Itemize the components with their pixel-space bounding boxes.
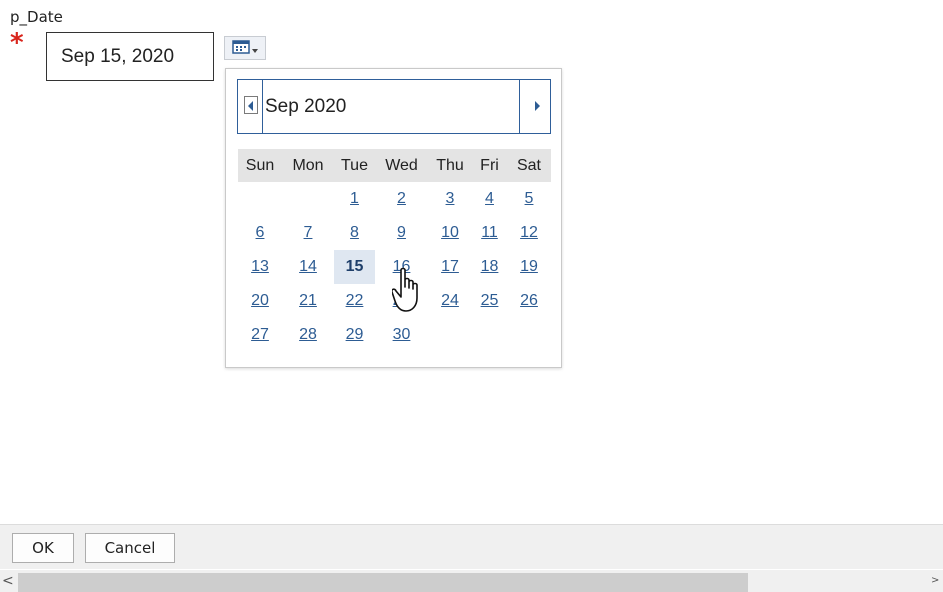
calendar-day-2[interactable]: 2 xyxy=(375,182,428,216)
day-of-week-wed: Wed xyxy=(385,157,418,174)
calendar-day-5[interactable]: 5 xyxy=(507,182,551,216)
required-marker: * xyxy=(10,28,24,58)
calendar-day-20[interactable]: 20 xyxy=(238,284,282,318)
dialog-button-bar: OK Cancel xyxy=(0,524,943,569)
calendar-day-22[interactable]: 22 xyxy=(334,284,375,318)
day-of-week-thu: Thu xyxy=(436,157,464,174)
calendar-day-17[interactable]: 17 xyxy=(428,250,472,284)
calendar-empty-cell xyxy=(428,318,472,352)
calendar-day-27[interactable]: 27 xyxy=(238,318,282,352)
calendar-week-row: 12345 xyxy=(238,182,551,216)
day-of-week-sun: Sun xyxy=(245,157,275,174)
calendar-day-13[interactable]: 13 xyxy=(238,250,282,284)
hand-cursor-icon xyxy=(391,267,422,317)
date-input[interactable]: Sep 15, 2020 xyxy=(46,32,214,81)
calendar-day-29[interactable]: 29 xyxy=(334,318,375,352)
calendar-popup: Sep 2020 Sun Mon Tue Wed Thu Fri Sat 123456789… xyxy=(225,68,562,368)
caret-left-icon xyxy=(247,96,255,115)
calendar-day-11[interactable]: 11 xyxy=(472,216,507,250)
calendar-day-26[interactable]: 26 xyxy=(507,284,551,318)
param-label: p_Date xyxy=(10,8,63,26)
day-of-week-tue: Tue xyxy=(341,157,368,174)
day-of-week-sat: Sat xyxy=(516,157,541,174)
previous-month-button[interactable] xyxy=(244,96,258,114)
calendar-day-9[interactable]: 9 xyxy=(375,216,428,250)
day-of-week-mon: Mon xyxy=(292,157,324,174)
caret-right-icon xyxy=(533,96,541,115)
scroll-right-arrow[interactable]: > xyxy=(931,573,941,589)
calendar-day-1[interactable]: 1 xyxy=(334,182,375,216)
calendar-empty-cell xyxy=(472,318,507,352)
calendar-day-10[interactable]: 10 xyxy=(428,216,472,250)
calendar-day-12[interactable]: 12 xyxy=(507,216,551,250)
scroll-thumb[interactable] xyxy=(18,573,748,592)
calendar-empty-cell xyxy=(238,182,282,216)
horizontal-scrollbar[interactable]: < > xyxy=(0,570,943,592)
scroll-left-arrow[interactable]: < xyxy=(2,573,16,589)
month-year-label: Sep 2020 xyxy=(262,80,520,133)
calendar-day-3[interactable]: 3 xyxy=(428,182,472,216)
calendar-week-row: 6 7 8 9 10 11 12 xyxy=(238,216,551,250)
calendar-day-21[interactable]: 21 xyxy=(282,284,334,318)
calendar-day-25[interactable]: 25 xyxy=(472,284,507,318)
calendar-day-15[interactable]: 15 xyxy=(334,250,375,284)
calendar-day-19[interactable]: 19 xyxy=(507,250,551,284)
calendar-day-7[interactable]: 7 xyxy=(282,216,334,250)
calendar-day-24[interactable]: 24 xyxy=(428,284,472,318)
calendar-day-4[interactable]: 4 xyxy=(472,182,507,216)
chevron-down-icon xyxy=(252,39,258,58)
day-of-week-row: Sun Mon Tue Wed Thu Fri Sat xyxy=(238,149,551,182)
calendar-day-18[interactable]: 18 xyxy=(472,250,507,284)
calendar-week-row: 27 28 29 30 xyxy=(238,318,551,352)
day-of-week-fri: Fri xyxy=(480,157,499,174)
ok-button[interactable]: OK xyxy=(12,533,74,563)
calendar-day-28[interactable]: 28 xyxy=(282,318,334,352)
calendar-header: Sep 2020 xyxy=(237,79,551,134)
calendar-empty-cell xyxy=(507,318,551,352)
calendar-day-8[interactable]: 8 xyxy=(334,216,375,250)
calendar-day-14[interactable]: 14 xyxy=(282,250,334,284)
cancel-button[interactable]: Cancel xyxy=(85,533,175,563)
calendar-toggle-button[interactable] xyxy=(224,36,266,60)
calendar-empty-cell xyxy=(282,182,334,216)
calendar-day-6[interactable]: 6 xyxy=(238,216,282,250)
calendar-day-30[interactable]: 30 xyxy=(375,318,428,352)
calendar-icon xyxy=(232,39,250,58)
next-month-button[interactable] xyxy=(530,95,544,115)
